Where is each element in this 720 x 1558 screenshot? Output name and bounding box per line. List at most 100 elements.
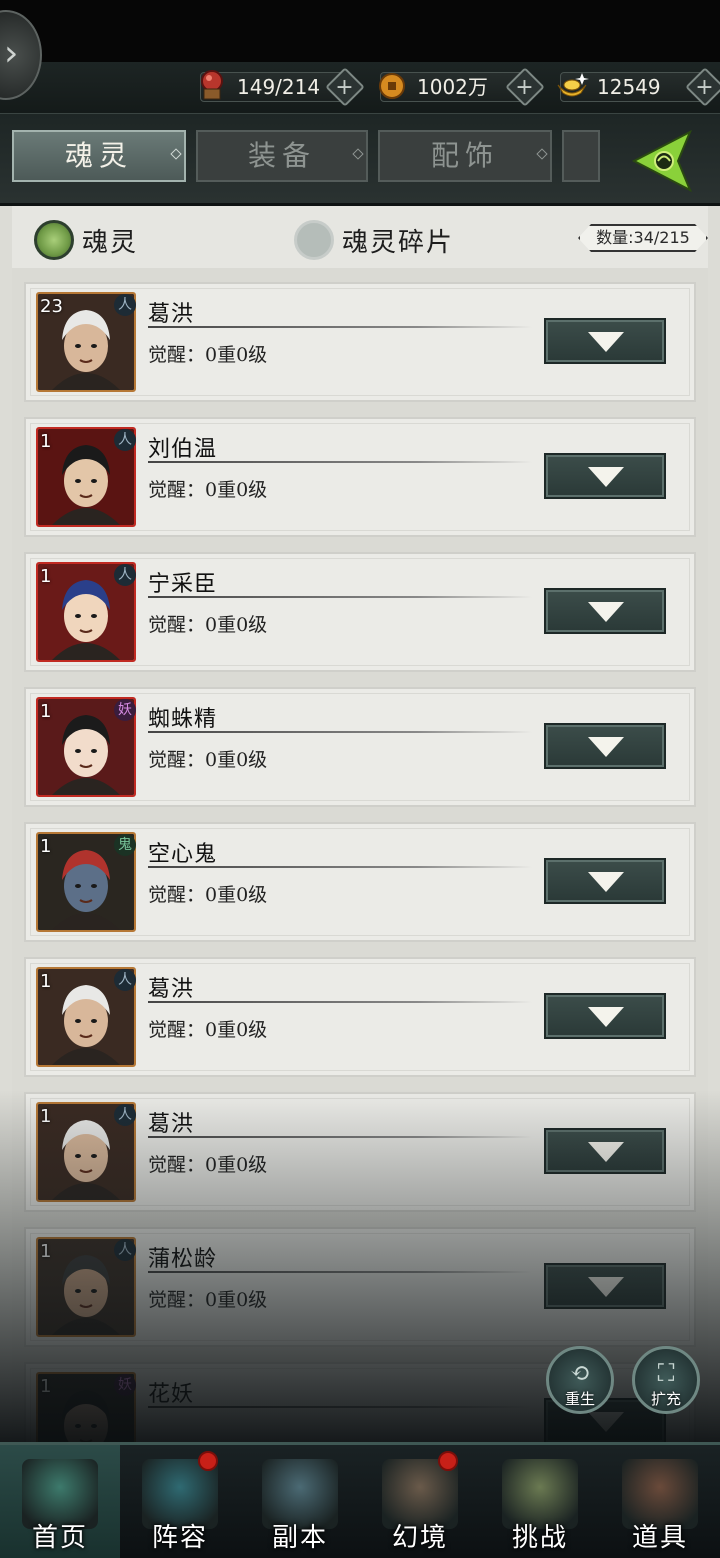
expand-details-button[interactable]	[544, 588, 666, 634]
character-name: 蜘蛛精	[148, 707, 218, 732]
awaken-status: 觉醒：0重0级	[148, 344, 268, 366]
character-name: 刘伯温	[148, 437, 218, 462]
character-name: 空心鬼	[148, 842, 218, 867]
level-label: 1	[40, 1241, 52, 1262]
tab-accessory[interactable]: 配饰	[378, 130, 552, 182]
awaken-status: 觉醒：0重0级	[148, 1289, 268, 1311]
triangle-down-icon	[588, 737, 624, 757]
count-badge: 数量:34/215	[578, 224, 708, 252]
expand-details-button[interactable]	[544, 993, 666, 1039]
expand-details-button[interactable]	[544, 453, 666, 499]
race-badge: 人	[114, 429, 136, 451]
soul-card[interactable]: 1 鬼 空心鬼 觉醒：0重0级	[24, 822, 696, 942]
divider	[148, 1136, 532, 1138]
level-label: 1	[40, 971, 52, 992]
soul-card[interactable]: 23 人 葛洪 觉醒：0重0级	[24, 282, 696, 402]
nav-item-2[interactable]: 副本	[240, 1445, 360, 1558]
character-name: 蒲松龄	[148, 1247, 218, 1272]
soul-list[interactable]: 23 人 葛洪 觉醒：0重0级 1 人 刘伯温 觉醒：0重0级 1 人 宁采臣 …	[12, 268, 708, 1442]
character-name: 葛洪	[148, 977, 195, 1002]
resource-copper: 1002万 +	[379, 67, 545, 107]
status-bar	[0, 0, 720, 62]
race-badge: 人	[114, 294, 136, 316]
expand-label: 扩充	[650, 1390, 681, 1408]
expand-details-button[interactable]	[544, 858, 666, 904]
triangle-down-icon	[588, 602, 624, 622]
add-copper-button[interactable]: +	[505, 67, 545, 107]
character-name: 花妖	[148, 1382, 195, 1407]
resource-value: 12549	[597, 75, 661, 99]
divider	[148, 1001, 532, 1003]
rebirth-icon: ⟲	[569, 1359, 591, 1387]
expand-details-button[interactable]	[544, 1128, 666, 1174]
character-name: 宁采臣	[148, 572, 218, 597]
notification-dot	[198, 1451, 218, 1471]
nav-item-3[interactable]: 幻境	[360, 1445, 480, 1558]
ingot-icon	[555, 67, 589, 105]
triangle-down-icon	[588, 1277, 624, 1297]
radio-soul-fragment[interactable]	[294, 220, 334, 260]
level-label: 1	[40, 701, 52, 722]
nav-label: 幻境	[391, 1523, 448, 1553]
level-label: 1	[40, 836, 52, 857]
level-label: 23	[40, 296, 63, 317]
triangle-down-icon	[588, 1007, 624, 1027]
soul-card[interactable]: 1 人 葛洪 觉醒：0重0级	[24, 1092, 696, 1212]
nav-item-1[interactable]: 阵容	[120, 1445, 240, 1558]
divider	[148, 866, 532, 868]
rebirth-button[interactable]: ⟲ 重生	[546, 1346, 614, 1414]
filter-row: 魂灵 魂灵碎片 数量:34/215	[12, 206, 708, 268]
tab-equipment[interactable]: 装备	[196, 130, 368, 182]
radio-soul-label: 魂灵	[82, 228, 139, 258]
expand-details-button[interactable]	[544, 723, 666, 769]
divider	[148, 326, 532, 328]
nav-item-4[interactable]: 挑战	[480, 1445, 600, 1558]
soul-card[interactable]: 1 人 刘伯温 觉醒：0重0级	[24, 417, 696, 537]
race-badge: 鬼	[114, 834, 136, 856]
resource-soul-orb: 149/214 +	[200, 67, 365, 107]
add-soul-orb-button[interactable]: +	[325, 67, 365, 107]
soul-card[interactable]: 1 人 葛洪 觉醒：0重0级	[24, 957, 696, 1077]
resource-value: 1002万	[417, 75, 488, 99]
back-emblem-button[interactable]	[630, 128, 704, 194]
level-label: 1	[40, 1106, 52, 1127]
level-label: 1	[40, 1376, 52, 1397]
nav-item-5[interactable]: 道具	[600, 1445, 720, 1558]
resource-gold: 12549 +	[557, 67, 720, 107]
soul-card[interactable]: 1 人 宁采臣 觉醒：0重0级	[24, 552, 696, 672]
divider	[148, 1406, 532, 1408]
eye-emblem-icon	[631, 129, 692, 193]
add-gold-button[interactable]: +	[685, 67, 720, 107]
red-orb-icon	[195, 67, 229, 105]
soul-card[interactable]: 1 妖 蜘蛛精 觉醒：0重0级	[24, 687, 696, 807]
nav-label: 挑战	[511, 1523, 568, 1553]
bottom-nav: 首页 阵容 副本 幻境 挑战 道具	[0, 1442, 720, 1558]
expand-details-button[interactable]	[544, 318, 666, 364]
chevron-right-icon: ›	[4, 33, 19, 74]
awaken-status: 觉醒：0重0级	[148, 614, 268, 636]
tab-label: 装备	[247, 139, 316, 172]
nav-label: 阵容	[151, 1523, 208, 1553]
radio-soul[interactable]	[34, 220, 74, 260]
notification-dot	[438, 1451, 458, 1471]
soul-card[interactable]: 1 人 蒲松龄 觉醒：0重0级	[24, 1227, 696, 1347]
triangle-down-icon	[588, 467, 624, 487]
expand-bag-button[interactable]: ⛶ 扩充	[632, 1346, 700, 1414]
tab-soul[interactable]: 魂灵	[12, 130, 186, 182]
character-name: 葛洪	[148, 302, 195, 327]
soul-panel: 魂灵 魂灵碎片 数量:34/215 23 人 葛洪 觉醒：0重0级 1 人 刘伯…	[0, 206, 720, 1442]
divider	[148, 731, 532, 733]
triangle-down-icon	[588, 1142, 624, 1162]
tab-label: 配饰	[430, 139, 499, 172]
race-badge: 人	[114, 564, 136, 586]
nav-label: 副本	[271, 1523, 328, 1553]
nav-item-0[interactable]: 首页	[0, 1445, 120, 1558]
level-label: 1	[40, 431, 52, 452]
tab-partial[interactable]	[562, 130, 600, 182]
divider	[148, 1271, 532, 1273]
radio-soul-fragment-label: 魂灵碎片	[342, 228, 455, 258]
race-badge: 人	[114, 969, 136, 991]
awaken-status: 觉醒：0重0级	[148, 884, 268, 906]
expand-details-button[interactable]	[544, 1263, 666, 1309]
race-badge: 人	[114, 1104, 136, 1126]
